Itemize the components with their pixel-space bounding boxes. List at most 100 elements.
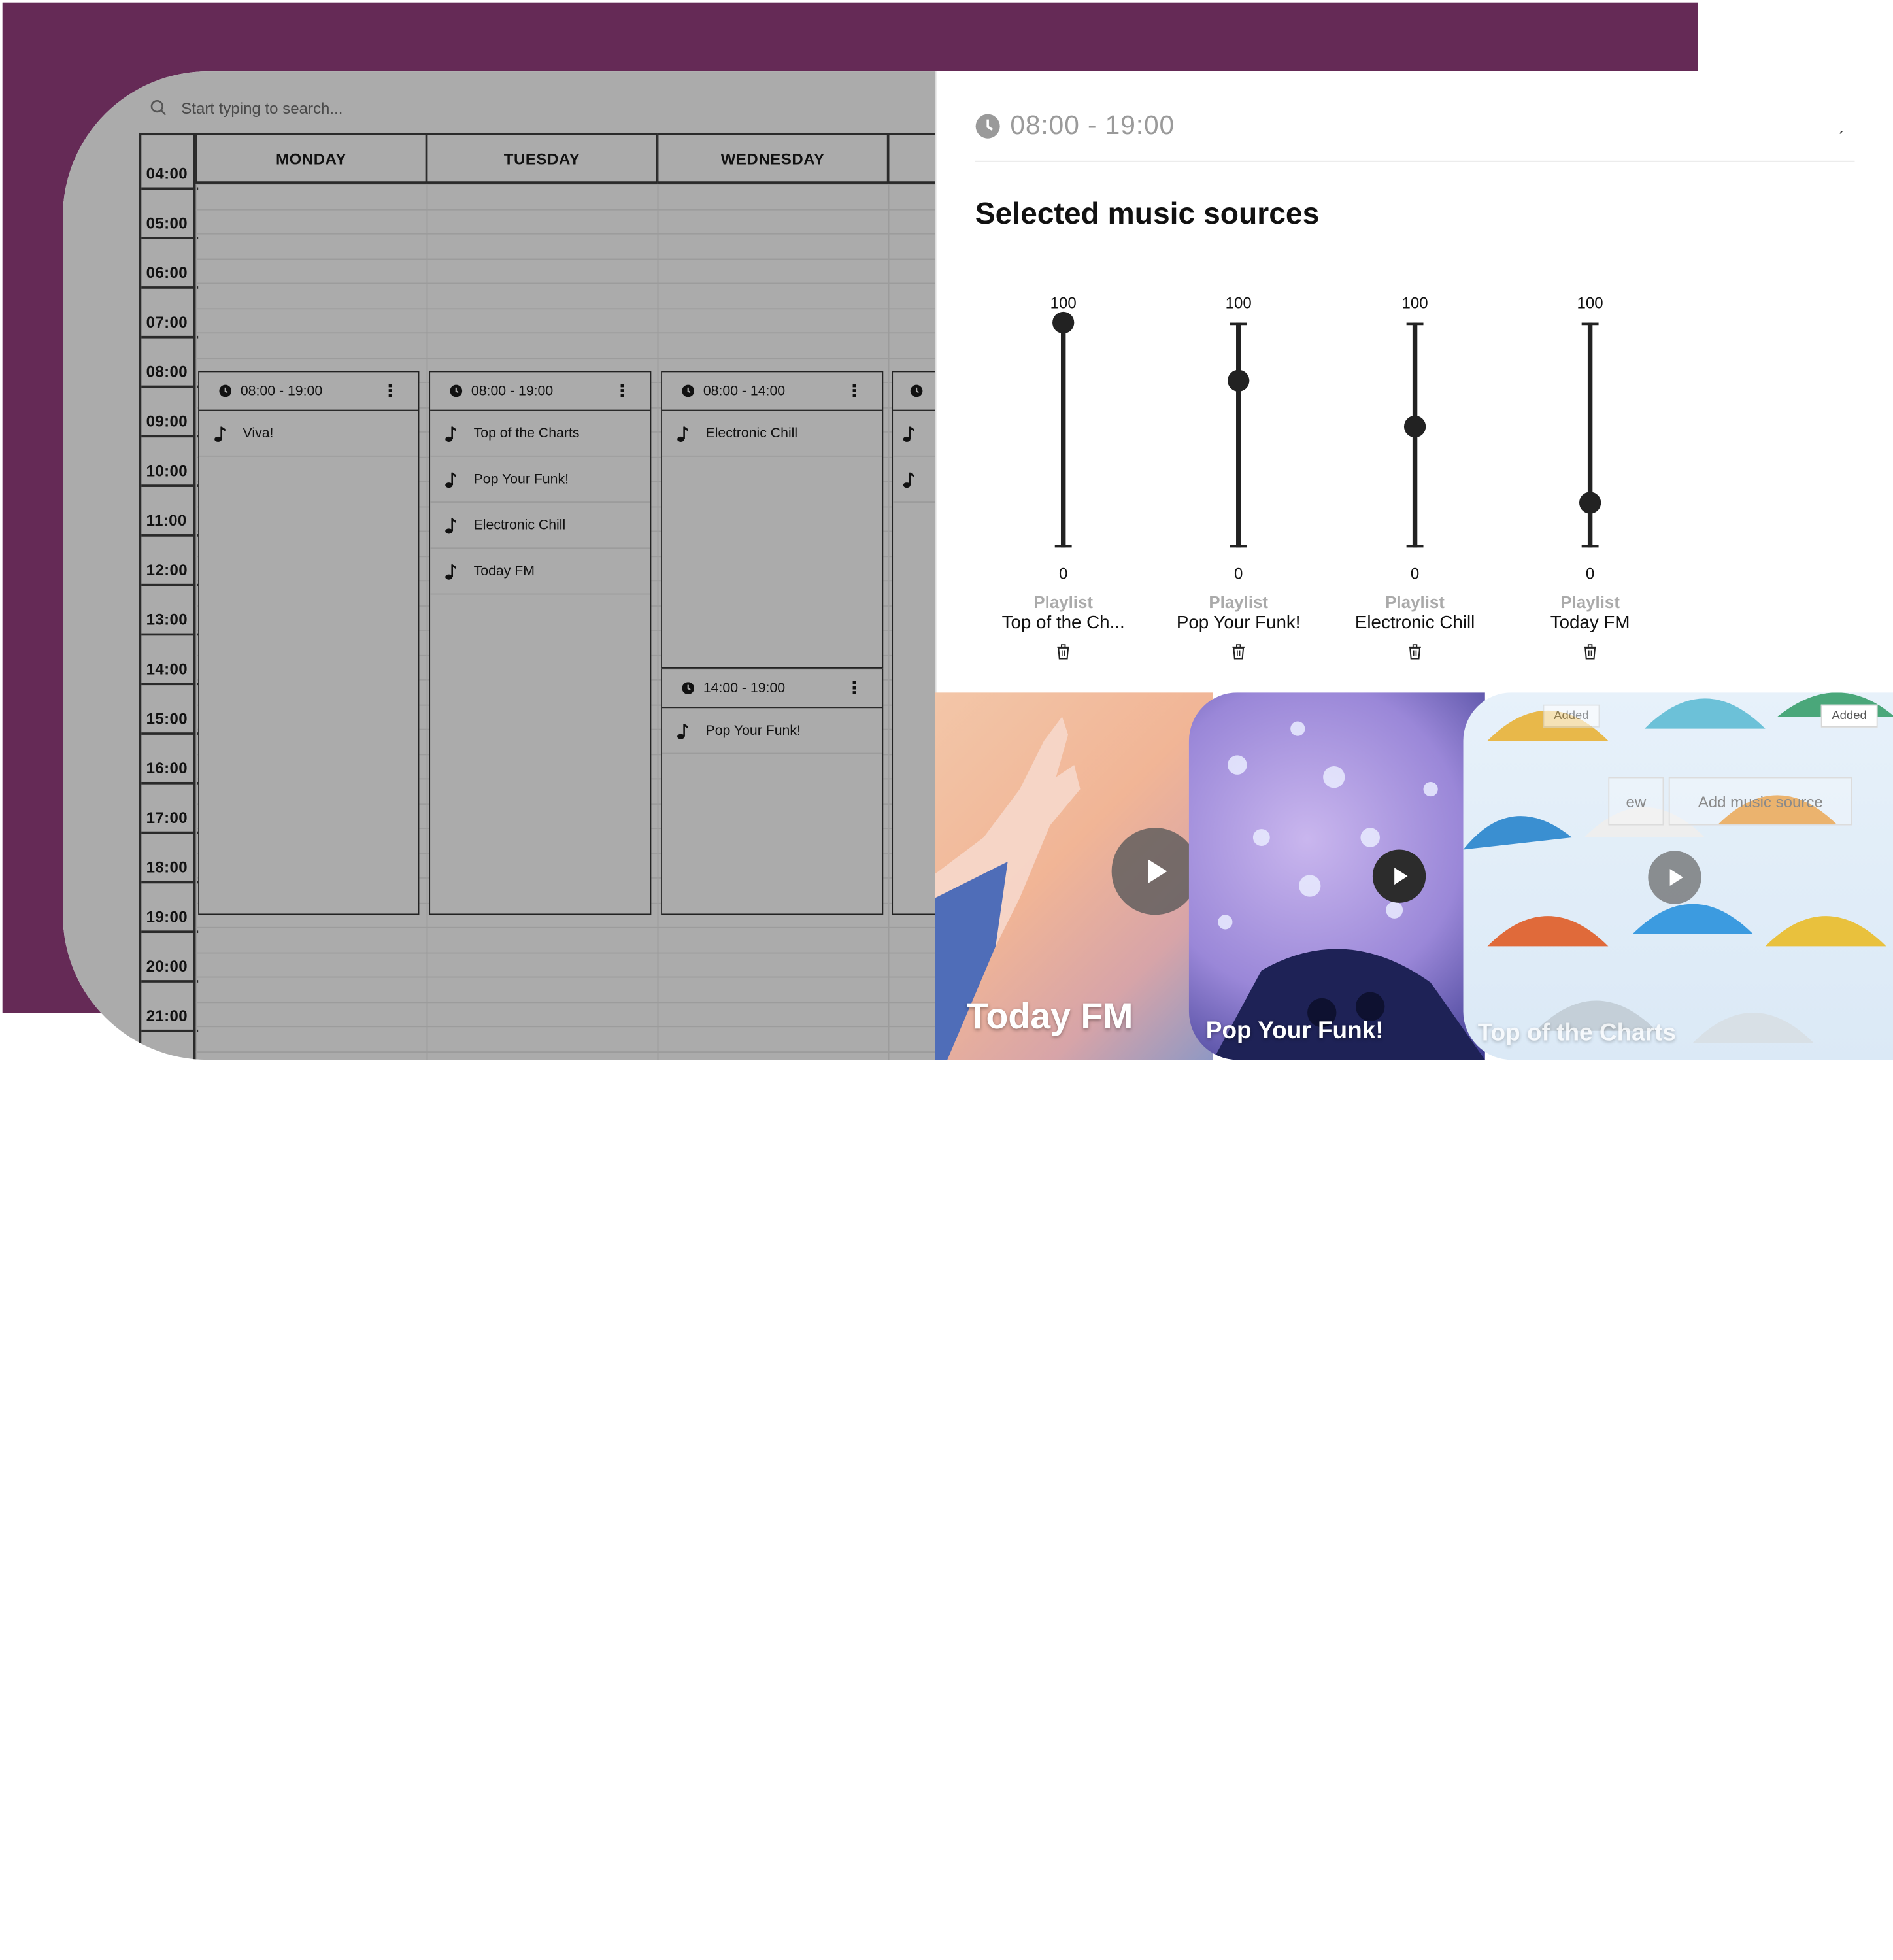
slider-cap-bottom <box>1406 545 1424 548</box>
play-icon <box>1394 868 1408 885</box>
slider-min-label: 0 <box>1234 564 1243 583</box>
hour-label: 06:00 <box>146 263 188 282</box>
block-item[interactable]: Pop Your Funk! <box>662 708 882 754</box>
divider <box>975 160 1855 162</box>
source-name: Top of the Ch... <box>1001 613 1125 634</box>
hour-divider <box>141 435 199 438</box>
view-button[interactable]: ew <box>1608 777 1664 826</box>
block-item[interactable]: Electronic Chill <box>662 411 882 457</box>
block-item[interactable]: Pop Your Funk! <box>430 457 650 503</box>
music-note-icon <box>445 564 456 579</box>
app-window: Start typing to search... 04:00 05:00 06:0… <box>63 71 1893 1060</box>
slider-handle[interactable] <box>1052 311 1075 334</box>
block-header: 08:00 - 19:00 ⋮ <box>430 372 650 411</box>
block-item-label: Pop Your Funk! <box>473 471 569 487</box>
card-top-of-the-charts[interactable]: Added Added ew Add music source Top of t… <box>1463 692 1893 1060</box>
block-header: 08:00 - 19:00 ⋮ <box>199 372 418 411</box>
block-item-label: Viva! <box>243 426 274 441</box>
slider-cap-bottom <box>1054 545 1072 548</box>
block-time: 08:00 - 14:00 <box>703 383 786 399</box>
slider-max-label: 100 <box>1401 294 1428 312</box>
block-header: 08:00 - 14:00 ⋮ <box>662 372 882 411</box>
play-button[interactable] <box>1111 828 1199 915</box>
hour-divider <box>141 633 199 636</box>
more-options-icon[interactable]: ⋮ <box>614 382 631 399</box>
hour-label: 15:00 <box>146 709 188 728</box>
play-button[interactable] <box>1372 849 1426 903</box>
hour-divider <box>141 831 199 834</box>
block-item-label: Pop Your Funk! <box>705 723 801 738</box>
grid-row-line <box>195 307 935 309</box>
volume-slider[interactable]: 100 0 Playlist Today FM <box>1511 289 1668 664</box>
source-type: Playlist <box>1560 592 1620 612</box>
schedule-block-wednesday-morning[interactable]: 08:00 - 14:00 ⋮ Electronic Chill <box>661 371 884 669</box>
play-button[interactable] <box>1648 851 1701 904</box>
source-type: Playlist <box>1209 592 1269 612</box>
panel-time: 08:00 - 19:00 <box>975 110 1175 141</box>
block-header <box>893 372 935 411</box>
card-title: Today FM <box>966 997 1133 1038</box>
volume-slider[interactable]: 100 0 Playlist Electronic Chill <box>1336 289 1493 664</box>
day-header-tuesday[interactable]: TUESDAY <box>426 133 658 184</box>
slider-max-label: 100 <box>1577 294 1603 312</box>
slider-track[interactable] <box>1060 322 1066 548</box>
slider-max-label: 100 <box>1225 294 1252 312</box>
play-icon <box>1148 859 1167 884</box>
card-pop-your-funk[interactable]: Pop Your Funk! <box>1188 692 1485 1060</box>
slider-cap-bottom <box>1230 545 1247 548</box>
clock-icon <box>910 384 923 397</box>
more-options-icon[interactable]: ⋮ <box>846 382 863 399</box>
card-title: Pop Your Funk! <box>1205 1017 1384 1045</box>
trash-icon[interactable] <box>1055 643 1072 660</box>
slider-track[interactable] <box>1587 322 1593 548</box>
panel-title: Selected music sources <box>975 197 1320 231</box>
schedule-block-tuesday[interactable]: 08:00 - 19:00 ⋮ Top of the Charts Pop Yo… <box>429 371 652 915</box>
more-options-icon[interactable]: ⋮ <box>382 382 399 399</box>
hour-divider <box>141 484 199 487</box>
trash-icon[interactable] <box>1407 643 1424 660</box>
slider-handle[interactable] <box>1579 491 1601 514</box>
grid-row-line <box>195 976 935 978</box>
schedule-block-wednesday-afternoon[interactable]: 14:00 - 19:00 ⋮ Pop Your Funk! <box>661 668 884 915</box>
music-note-icon <box>214 426 226 442</box>
hour-divider <box>141 1029 199 1032</box>
block-item[interactable]: Viva! <box>199 411 418 457</box>
more-options-icon[interactable]: ⋮ <box>846 679 863 696</box>
week-grid: 04:00 05:00 06:00 07:00 08:00 09:00 10:00 11:00… <box>139 133 935 1060</box>
volume-slider[interactable]: 100 0 Playlist Pop Your Funk! <box>1160 289 1317 664</box>
day-header-thursday-partial[interactable] <box>888 133 935 184</box>
block-item[interactable] <box>893 457 935 503</box>
grid-row-line <box>195 208 935 210</box>
block-item[interactable]: Today FM <box>430 549 650 595</box>
grid-row-line <box>195 332 935 334</box>
grid-row-line <box>195 926 935 928</box>
day-header-monday[interactable]: MONDAY <box>195 133 427 184</box>
slider-handle[interactable] <box>1228 370 1250 392</box>
trash-icon[interactable] <box>1230 643 1247 660</box>
schedule-block-thursday-partial[interactable] <box>892 371 935 915</box>
search-input[interactable]: Start typing to search... <box>181 99 343 117</box>
block-header: 14:00 - 19:00 ⋮ <box>662 669 882 709</box>
card-today-fm[interactable]: Today FM <box>935 692 1213 1060</box>
grid-col-line <box>888 183 890 1060</box>
hour-divider <box>141 385 199 388</box>
add-music-source-button[interactable]: Add music source <box>1668 777 1852 826</box>
trash-icon[interactable] <box>1582 643 1599 660</box>
block-item-label: Electronic Chill <box>705 426 798 441</box>
day-header-wednesday[interactable]: WEDNESDAY <box>657 133 888 184</box>
grid-row-line <box>195 258 935 260</box>
slider-track[interactable] <box>1236 322 1241 548</box>
source-type: Playlist <box>1033 592 1093 612</box>
collapse-icon[interactable]: ˏ <box>1838 115 1844 135</box>
grid-row-line <box>195 233 935 235</box>
block-item[interactable]: Top of the Charts <box>430 411 650 457</box>
grid-col-line <box>195 183 197 1060</box>
slider-handle[interactable] <box>1403 415 1426 437</box>
volume-slider[interactable]: 100 0 Playlist Top of the Ch... <box>985 289 1142 664</box>
block-item[interactable]: Electronic Chill <box>430 503 650 549</box>
hour-divider <box>141 237 199 240</box>
block-item[interactable] <box>893 411 935 457</box>
schedule-block-monday[interactable]: 08:00 - 19:00 ⋮ Viva! <box>198 371 420 915</box>
search-bar[interactable]: Start typing to search... <box>150 93 343 122</box>
hour-label: 11:00 <box>146 511 187 530</box>
